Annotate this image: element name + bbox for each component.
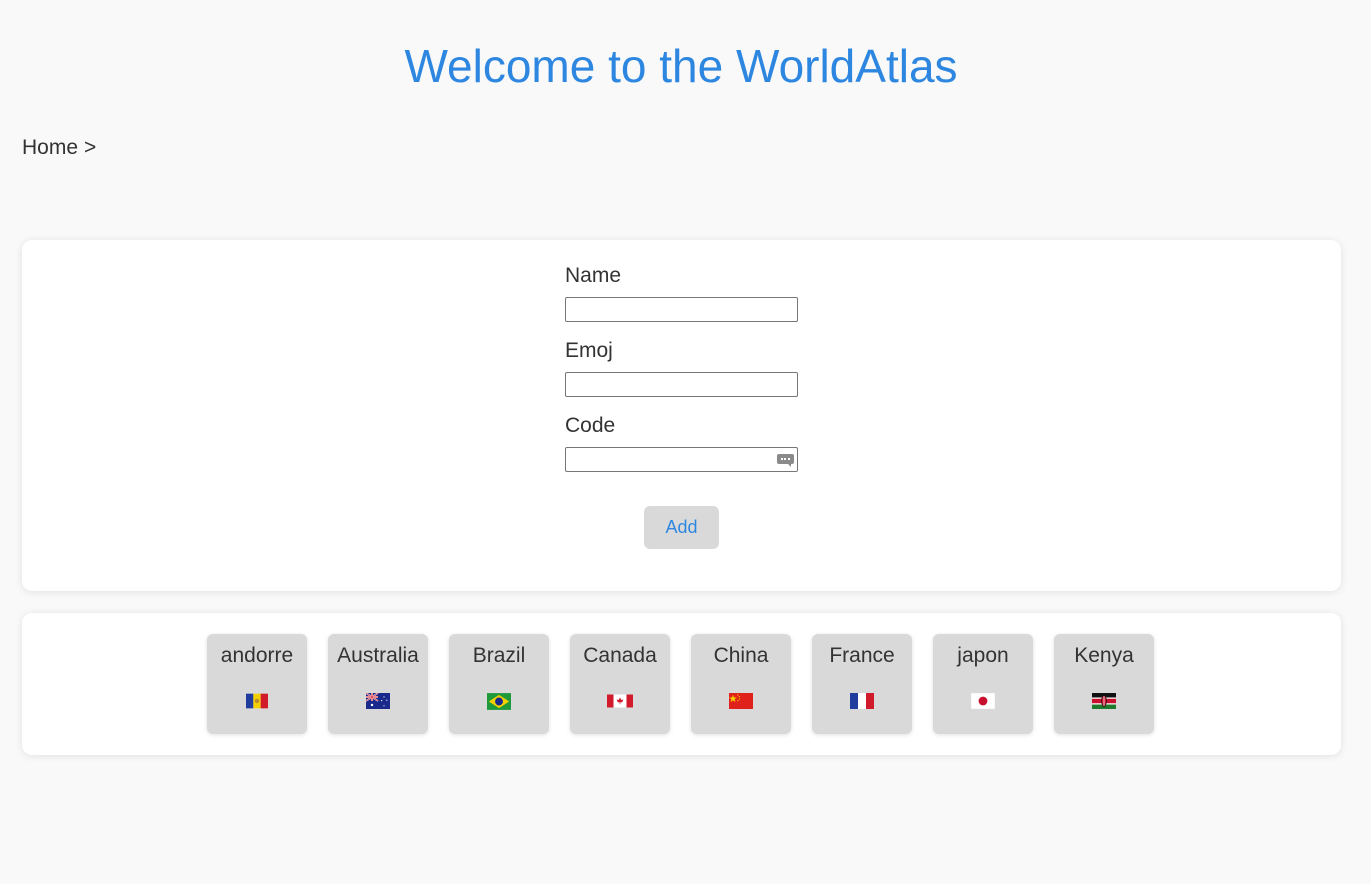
emoji-field[interactable] [565, 372, 798, 397]
country-name: japon [957, 644, 1009, 667]
country-tile[interactable]: andorre [207, 634, 307, 734]
name-label: Name [565, 264, 622, 287]
country-name: China [713, 644, 769, 667]
flag-france-icon [812, 688, 912, 712]
flag-andorra-icon [207, 688, 307, 712]
country-list: andorre Australia Brazil Canada China Fr… [207, 634, 1154, 734]
country-tile[interactable]: Brazil [449, 634, 549, 734]
code-label: Code [565, 414, 616, 437]
country-tile[interactable]: japon [933, 634, 1033, 734]
add-country-form: Name Emoj Code [565, 262, 798, 487]
country-tile[interactable]: France [812, 634, 912, 734]
flag-canada-icon [570, 688, 670, 712]
country-name: Brazil [472, 644, 526, 667]
country-tile[interactable]: China [691, 634, 791, 734]
flag-brazil-icon [449, 688, 549, 712]
country-tile[interactable]: Canada [570, 634, 670, 734]
breadcrumb-home[interactable]: Home [22, 136, 78, 159]
country-list-card: andorre Australia Brazil Canada China Fr… [22, 613, 1341, 755]
add-country-card: Name Emoj Code Add [22, 240, 1341, 591]
flag-australia-icon [328, 688, 428, 712]
code-input[interactable] [566, 448, 797, 471]
country-name: Canada [583, 644, 657, 667]
country-name: Kenya [1074, 644, 1134, 667]
code-field[interactable] [565, 447, 798, 472]
flag-kenya-icon [1054, 688, 1154, 712]
country-tile[interactable]: Australia [328, 634, 428, 734]
country-tile[interactable]: Kenya [1054, 634, 1154, 734]
name-field[interactable] [565, 297, 798, 322]
flag-japan-icon [933, 688, 1033, 712]
name-input[interactable] [566, 298, 797, 321]
keyboard-suggestion-icon[interactable] [777, 454, 794, 467]
country-name: andorre [220, 644, 294, 667]
add-button[interactable]: Add [644, 506, 719, 549]
country-name: Australia [337, 644, 419, 667]
breadcrumb: Home > [22, 134, 96, 162]
page-title: Welcome to the WorldAtlas [404, 40, 958, 92]
flag-china-icon [691, 688, 791, 712]
breadcrumb-separator: > [84, 136, 97, 159]
country-name: France [829, 644, 895, 667]
emoji-label: Emoj [565, 339, 613, 362]
emoji-input[interactable] [566, 373, 797, 396]
